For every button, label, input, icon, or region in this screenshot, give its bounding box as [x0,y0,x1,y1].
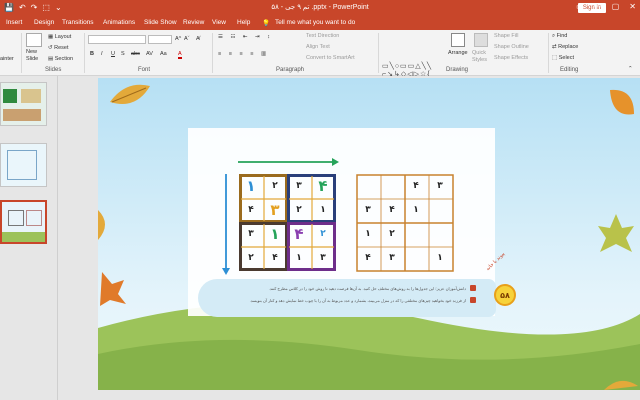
leaf-decoration-icon [98,210,105,240]
new-slide-button[interactable]: New Slide [26,49,38,63]
select-button[interactable]: ⬚ Select [552,55,574,61]
drawing-group-label: Drawing [446,67,469,73]
shrink-font-button[interactable]: Aˇ [184,36,190,42]
format-painter-button[interactable]: ainter [0,56,14,62]
quick-styles-icon [474,33,488,47]
quick-styles-button[interactable]: Quick Styles [472,50,487,64]
font-color-button[interactable]: A [178,51,182,59]
bullet-icon [470,285,476,291]
slide-thumbnail-2[interactable] [0,143,47,187]
thumb-image [7,150,37,180]
grid-borders [356,174,454,272]
tab-help[interactable]: Help [237,19,250,26]
bullet-icon [470,297,476,303]
paragraph-group-label: Paragraph [276,67,305,73]
right-arrow-icon [238,158,339,166]
change-case-button[interactable]: Aa [160,51,167,57]
arrange-button[interactable]: Arrange [448,50,468,56]
replace-label: Replace [558,44,579,50]
tab-transitions[interactable]: Transitions [62,19,94,26]
font-name-combobox[interactable] [88,35,146,44]
leaf-decoration-icon [610,89,634,115]
tell-me-search[interactable]: Tell me what you want to do [275,19,355,26]
tab-view[interactable]: View [212,19,226,26]
clear-formatting-button[interactable]: A̸ [196,36,200,42]
italic-button[interactable]: I [101,51,103,57]
tab-design[interactable]: Design [34,19,54,26]
leaf-decoration-icon [598,214,634,252]
slide-thumbnail-1[interactable] [0,82,47,126]
lightbulb-icon: 💡 [262,20,271,27]
group-divider [212,33,213,73]
window-controls: ▭ — ▢ ✕ [576,2,636,11]
thumb-image [26,210,42,226]
instruction-text-1: دانش‌آموزان عزیز؛ این جدول‌ها را به روش‌… [268,286,466,291]
ribbon: ainter New Slide ▦ Layout ↺ Reset ▤ Sect… [0,30,640,86]
shape-fill-button[interactable]: Shape Fill [494,33,518,39]
maximize-icon[interactable]: ▢ [612,2,620,11]
thumb-image [21,89,41,103]
reset-label: Reset [54,45,69,51]
strikethrough-button[interactable]: abc [131,51,140,57]
replace-button[interactable]: ⇄ Replace [552,44,578,50]
underline-button[interactable]: U [111,51,115,57]
tab-slide-show[interactable]: Slide Show [144,19,177,26]
minimize-icon[interactable]: — [594,2,602,11]
slides-group-label: Slides [45,67,62,73]
instruction-text-2: از فرزند خود بخواهید چیزهای مختلفی را که… [249,298,466,303]
ribbon-display-icon[interactable]: ▭ [576,2,584,11]
layout-button[interactable]: ▦ Layout [48,34,71,40]
font-group-label: Font [138,67,151,73]
window-title: ۵۸ - تم ۹ جی .pptx - PowerPoint [271,4,369,11]
thumb-image [8,210,24,226]
reset-button[interactable]: ↺ Reset [48,45,69,51]
close-icon[interactable]: ✕ [629,2,636,11]
editing-group-label: Editing [560,67,579,73]
group-divider [84,33,85,73]
shadow-button[interactable]: S [121,51,125,57]
leaf-decoration-icon [604,380,638,390]
list-buttons[interactable]: ☰ ☷ ⇤ ⇥ ↕ [218,34,273,40]
select-label: Select [558,55,575,61]
thumb-image [3,109,41,121]
down-arrow-icon [222,174,230,275]
group-divider [378,33,379,73]
thumb-image [2,232,45,242]
collapse-ribbon-icon[interactable]: ⌃ [628,66,633,72]
leaf-decoration-icon [100,272,126,306]
font-size-combobox[interactable] [148,35,172,44]
section-button[interactable]: ▤ Section [48,56,73,62]
character-spacing-button[interactable]: AV [146,51,153,57]
page-number-badge: ۵۸ [494,284,516,306]
tab-insert[interactable]: Insert [6,19,22,26]
title-bar: 💾 ↶ ↷ ⬚ ⌄ ۵۸ - تم ۹ جی .pptx - PowerPoin… [0,0,640,16]
bold-button[interactable]: B [90,51,94,57]
align-text-button[interactable]: Align Text [306,44,330,50]
tab-review[interactable]: Review [183,19,204,26]
slide-thumbnail-3[interactable] [0,200,47,244]
convert-smartart-button[interactable]: Convert to SmartArt [306,55,355,61]
slide-canvas[interactable]: ۱۲۳۴۴۳۲۱۳۱۴۲۲۴۱۳ ۴۳۳۴۱۱۲۴۳۱ دانش‌آموزان … [98,78,640,390]
section-label: Section [54,56,74,62]
text-direction-button[interactable]: Text Direction [306,33,339,39]
arrange-icon [451,33,465,47]
grid-block-borders [239,174,336,271]
shape-outline-button[interactable]: Shape Outline [494,44,529,50]
find-button[interactable]: ⌕ Find [552,33,567,40]
tab-animations[interactable]: Animations [103,19,135,26]
leaf-decoration-icon [110,84,150,104]
find-label: Find [556,33,568,39]
align-buttons[interactable]: ≡ ≡ ≡ ≡ ▥ [218,51,269,57]
thumb-image [3,89,17,103]
new-slide-icon [26,33,42,47]
slide-thumbnails-pane [0,76,58,400]
ribbon-tabs: Insert Design Transitions Animations Sli… [0,16,640,30]
shape-effects-button[interactable]: Shape Effects [494,55,528,61]
grow-font-button[interactable]: A^ [175,36,181,42]
layout-label: Layout [54,34,72,40]
group-divider [548,33,549,73]
group-divider [21,33,22,73]
